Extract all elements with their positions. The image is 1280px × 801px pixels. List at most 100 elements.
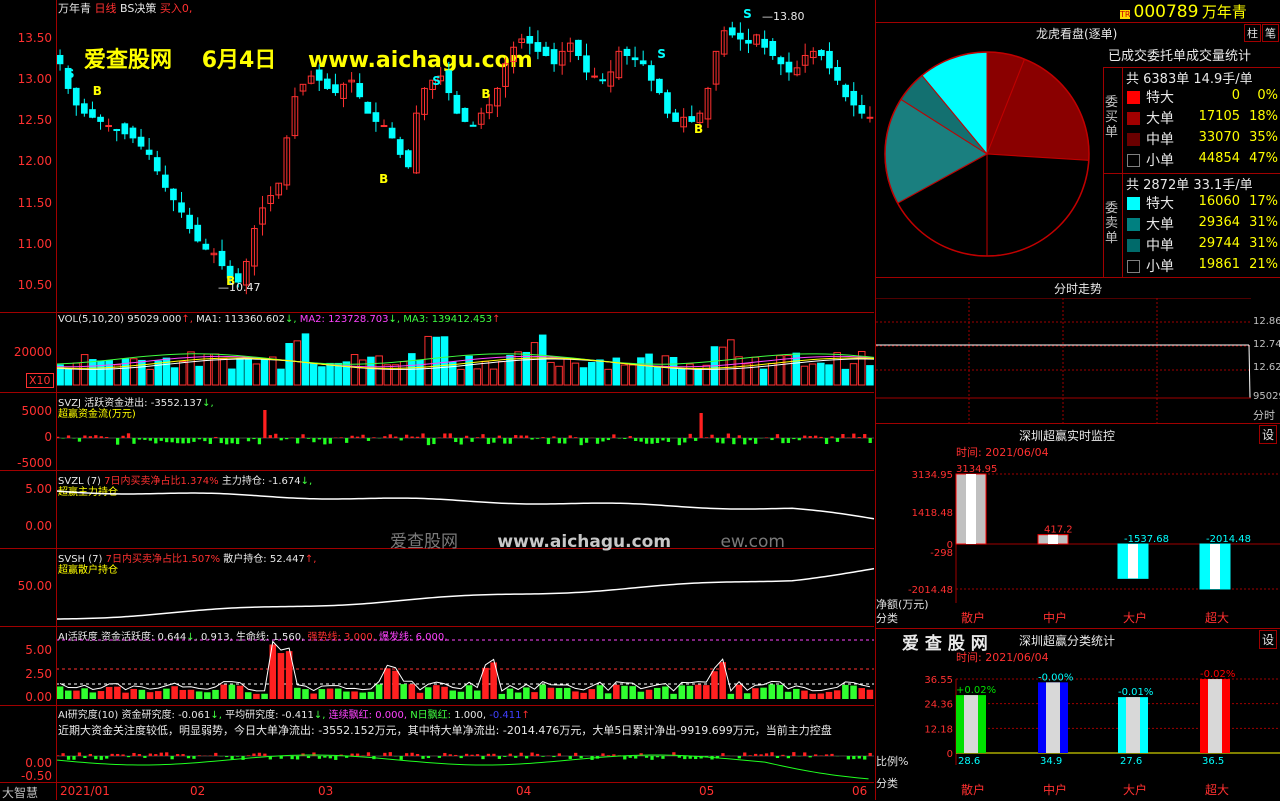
research-bar	[225, 756, 228, 757]
volume-bar	[826, 365, 833, 385]
svzj-bar	[356, 437, 359, 438]
svzj-bar	[596, 438, 599, 444]
classify-value: 27.6	[1120, 756, 1142, 767]
ai-active-bar	[384, 668, 391, 699]
volume-bar	[695, 369, 702, 385]
svzj-bar	[585, 438, 588, 443]
svzj-bar	[138, 438, 141, 440]
ai-active-bar	[736, 685, 743, 699]
svzj-bar	[416, 437, 419, 438]
ai-research-pane[interactable]: AI研究度(10) 资金研究度: -0.061↓, 平均研究度: -0.411↓…	[0, 706, 874, 783]
axis-divider	[56, 0, 57, 800]
ai-active-bar	[744, 693, 751, 699]
classify-panel[interactable]: 爱 查 股 网 深圳超赢分类统计 设 时间: 2021/06/04 36.552…	[876, 629, 1280, 800]
ai-active-bar	[466, 685, 473, 699]
order-volume: 17105	[1186, 109, 1240, 124]
candle-body	[114, 130, 120, 131]
buy-signal: B	[481, 87, 490, 101]
svzj-bar	[460, 438, 463, 445]
candle-body	[138, 137, 144, 146]
research-bar	[847, 756, 850, 759]
order-type-label: 大单	[1146, 214, 1174, 234]
svzj-pane[interactable]: SVZJ 活跃资金进出: -3552.137↓, 超赢资金流(万元) 5000 …	[0, 393, 874, 471]
research-bar	[454, 755, 457, 756]
research-bar	[749, 755, 752, 756]
ai-active-bar	[229, 685, 236, 699]
order-volume: 33070	[1186, 130, 1240, 145]
monitor-panel[interactable]: 深圳超赢实时监控 设 时间: 2021/06/04 3134.951418.48…	[876, 424, 1280, 629]
volume-bar	[269, 357, 276, 385]
svzj-bar	[863, 434, 866, 438]
svzj-bar	[563, 438, 566, 444]
svzj-bar	[83, 435, 86, 438]
candle-body	[527, 36, 533, 43]
sell-signal: S	[66, 67, 75, 81]
volume-pane[interactable]: VOL(5,10,20) 95029.000↑, MA1: 113360.602…	[0, 313, 874, 393]
classify-category: 中户	[1043, 782, 1067, 797]
volume-bar	[376, 356, 383, 385]
svzj-bar	[127, 433, 130, 438]
svzj-axis-mid: 0	[0, 430, 52, 444]
candlestick-pane[interactable]: 万年青 日线 BS决策 买入0, 爱查股网 6月4日 www.aichagu.c…	[0, 0, 874, 313]
candle-body	[843, 85, 849, 96]
volume-bar	[507, 355, 514, 385]
ai-active-bar	[65, 691, 72, 699]
price-axis-label: 12.50	[0, 113, 52, 127]
research-bar	[601, 753, 604, 756]
svzj-bar	[345, 438, 348, 443]
svzj-bar	[329, 438, 332, 444]
monitor-bar-highlight	[966, 474, 976, 544]
monitor-axis-label: -298	[930, 548, 953, 559]
svzj-axis-top: 5000	[0, 404, 52, 418]
svzj-bar	[552, 436, 555, 438]
research-bar	[574, 753, 577, 756]
intraday-panel[interactable]: 分时走势 12.86 12.74 12.62 95029 分时	[876, 278, 1280, 424]
candle-body	[171, 189, 177, 200]
volume-bar	[482, 361, 489, 385]
candle-body	[778, 58, 784, 64]
research-bar	[530, 753, 533, 756]
research-bar	[465, 754, 468, 756]
classify-settings-button[interactable]: 设	[1259, 630, 1277, 649]
volume-bar	[114, 365, 121, 385]
research-bar	[503, 756, 506, 757]
volume-bar	[449, 362, 456, 385]
candle-body	[98, 117, 104, 121]
ai-active-bar	[171, 686, 178, 699]
research-bar	[487, 754, 490, 756]
order-volume: 29364	[1186, 215, 1240, 230]
volume-bar	[196, 366, 203, 385]
candlestick-chart[interactable]: SBBSBSBSB	[56, 0, 874, 312]
volume-bar	[834, 353, 841, 385]
volume-bar	[809, 364, 816, 385]
svzj-bar	[389, 434, 392, 438]
svzj-bar	[699, 413, 702, 438]
svzl-pane[interactable]: SVZL (7) 7日内买卖净占比1.374% 主力持仓: -1.674↓, 超…	[0, 471, 874, 549]
dragon-panel[interactable]: 龙虎看盘(逐单) 柱 笔 已成交委托单成交量统计 委买单 委卖单 共 6383单…	[876, 23, 1280, 278]
svsh-pane[interactable]: SVSH (7) 7日内买卖净占比1.507% 散户持仓: 52.447↑, 超…	[0, 549, 874, 627]
legend-swatch	[1127, 133, 1140, 146]
dragon-title: 龙虎看盘(逐单)	[1036, 25, 1117, 42]
candle-body	[454, 95, 460, 113]
order-percent: 17%	[1242, 194, 1278, 209]
research-bar	[825, 754, 828, 756]
monitor-bar-highlight	[1048, 535, 1058, 544]
legend-swatch	[1127, 112, 1140, 125]
ai-active-bar	[81, 688, 88, 699]
volume-bar	[531, 343, 538, 385]
ai-active-pane[interactable]: AI活跃度 资金活跃度: 0.644↓, 0.913, 生命线: 1.560, …	[0, 627, 874, 706]
volume-bar	[785, 355, 792, 385]
research-bar	[858, 756, 861, 759]
tick-view-button[interactable]: 笔	[1262, 24, 1279, 42]
research-bar	[629, 756, 632, 758]
date-tick: 06	[852, 784, 867, 798]
ai-active-bar	[359, 693, 366, 699]
main-chart-area[interactable]: 万年青 日线 BS决策 买入0, 爱查股网 6月4日 www.aichagu.c…	[0, 0, 874, 800]
svzj-bar	[100, 436, 103, 438]
monitor-settings-button[interactable]: 设	[1259, 425, 1277, 444]
research-bar	[410, 753, 413, 756]
column-view-button[interactable]: 柱	[1244, 24, 1261, 42]
svzj-bar	[819, 437, 822, 438]
candle-body	[762, 39, 768, 47]
ai-active-bar	[662, 686, 669, 699]
